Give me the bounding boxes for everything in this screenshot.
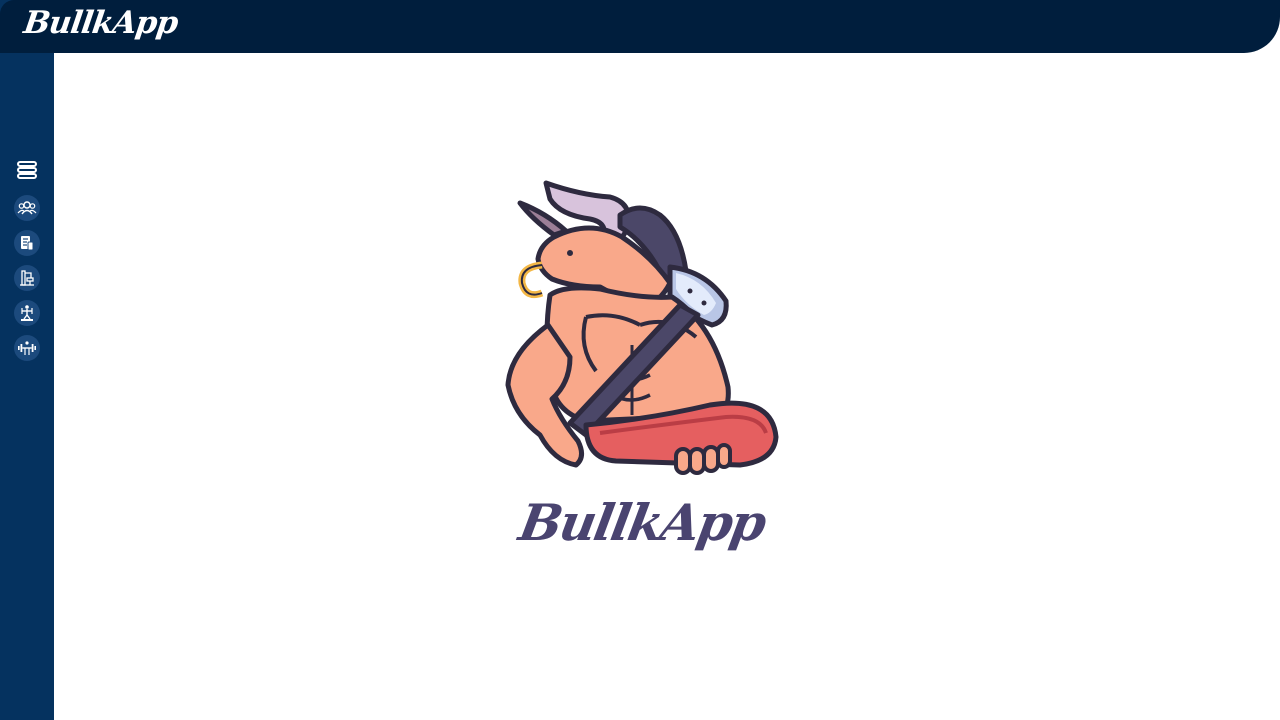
hero-logo-text: BullkApp <box>514 493 770 552</box>
brand-logo[interactable]: BullkApp <box>21 2 180 44</box>
sidebar-item-exercises[interactable] <box>14 300 40 326</box>
sidebar-item-users[interactable] <box>14 195 40 221</box>
sidebar <box>0 0 54 720</box>
dumbbell-icon <box>18 341 36 355</box>
gym-machine-icon <box>20 270 34 286</box>
sidebar-item-machines[interactable] <box>14 265 40 291</box>
menu-icon <box>17 161 37 179</box>
menu-button[interactable] <box>14 157 40 183</box>
exercise-icon <box>21 305 33 321</box>
sidebar-item-documents[interactable] <box>14 230 40 256</box>
document-icon <box>21 236 34 251</box>
sidebar-item-workouts[interactable] <box>14 335 40 361</box>
top-bar: BullkApp <box>0 0 1280 53</box>
users-icon <box>17 201 37 215</box>
